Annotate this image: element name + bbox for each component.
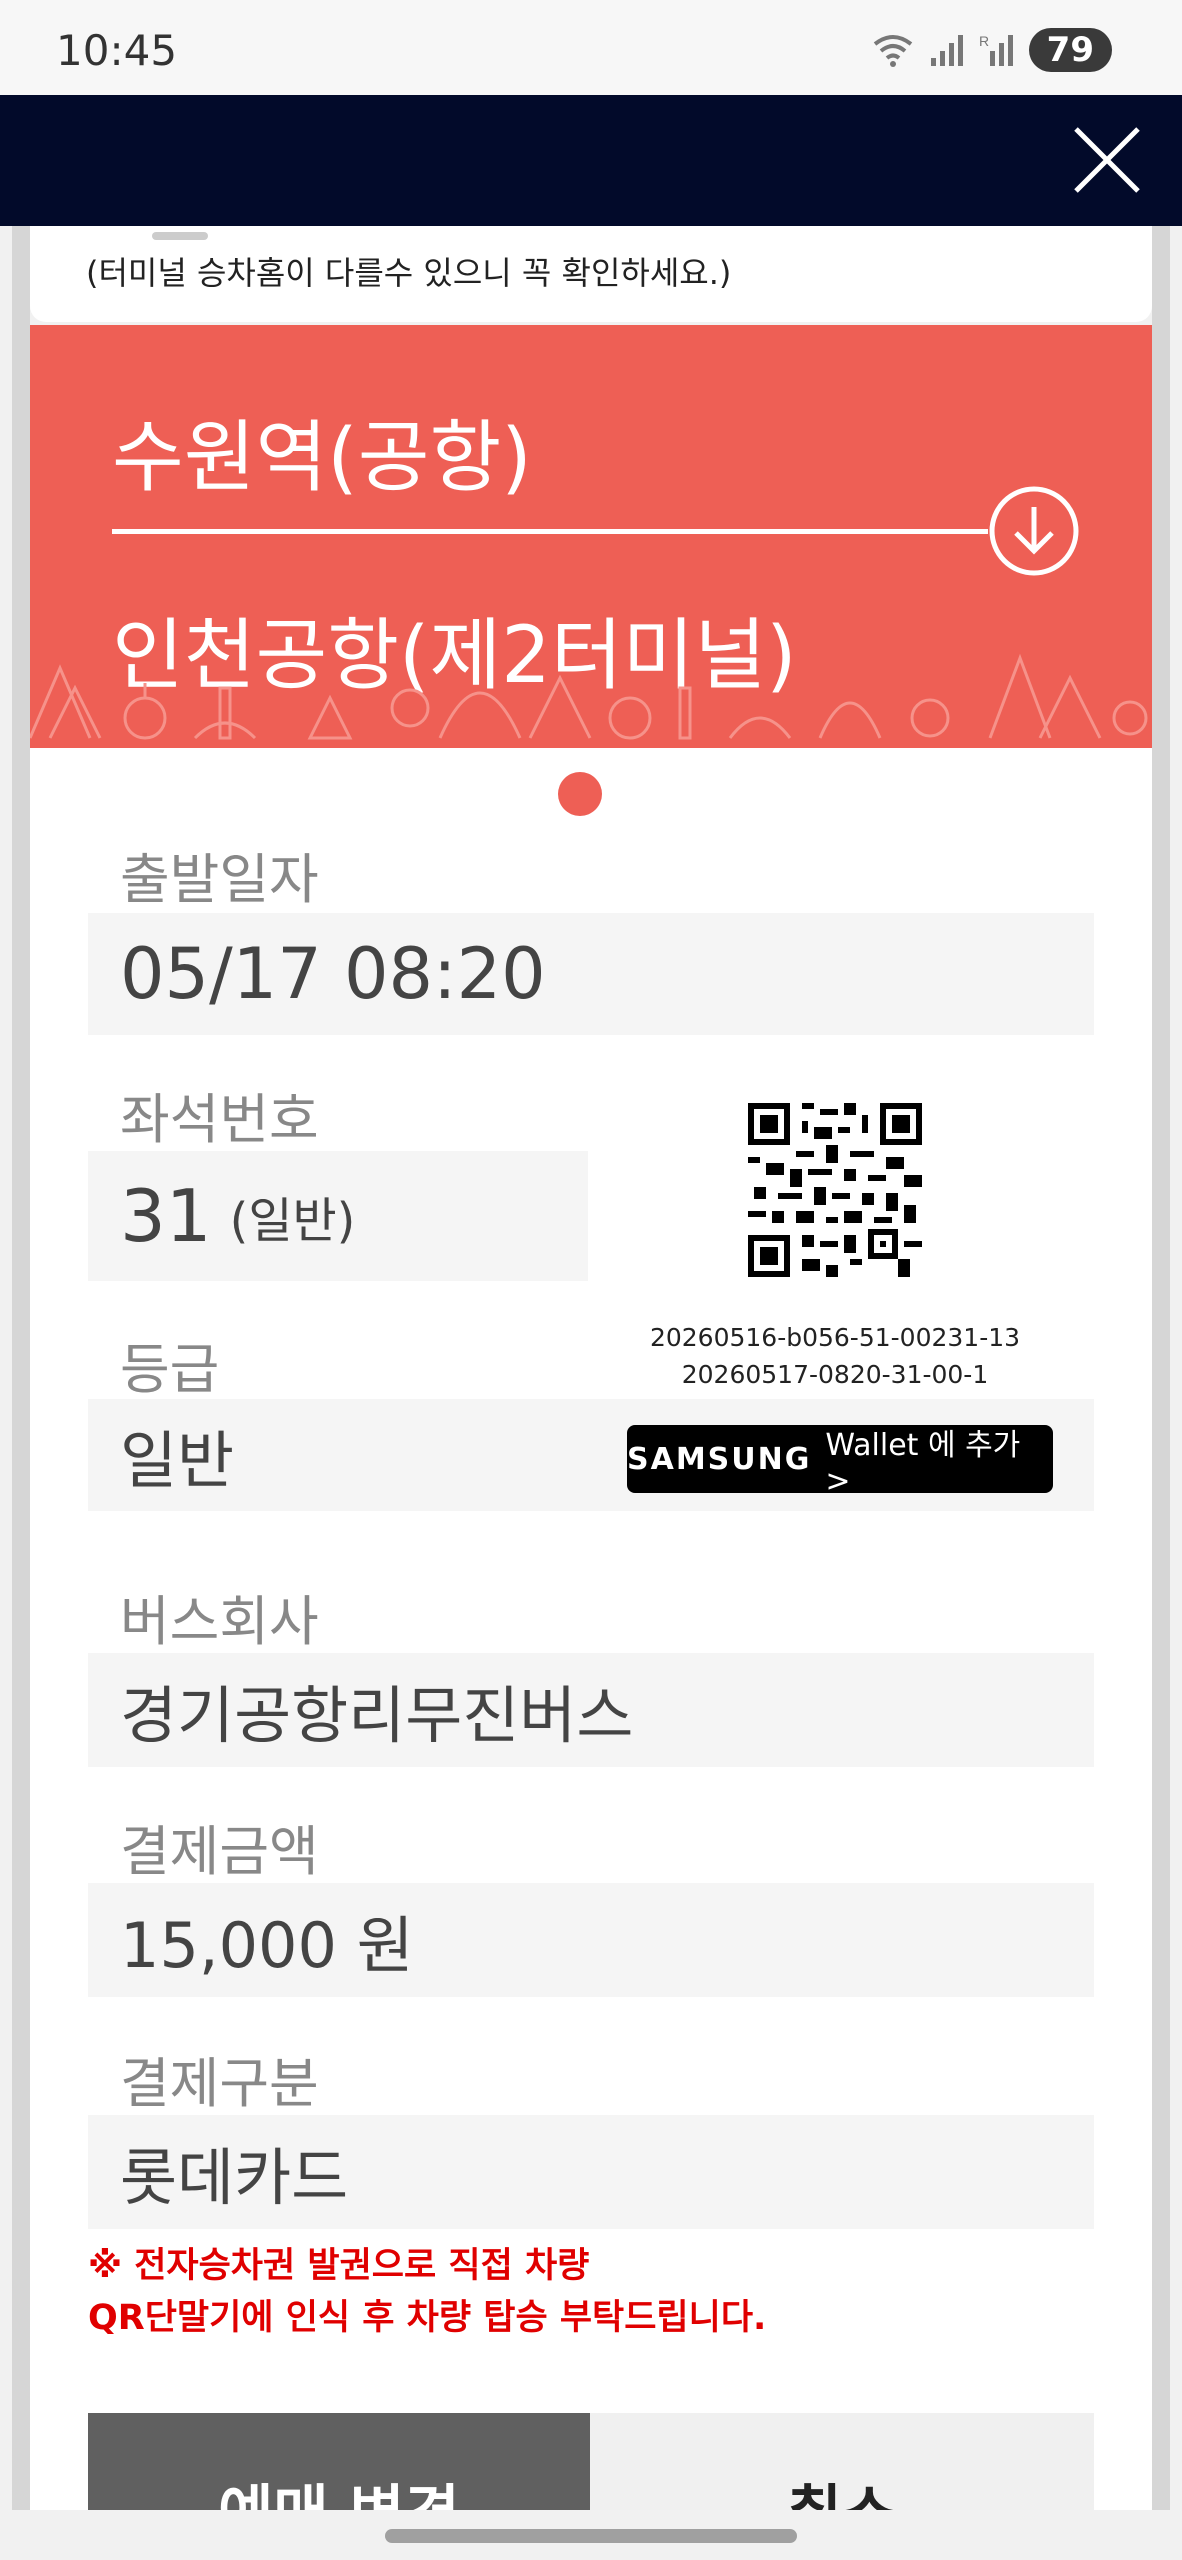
qr-code [748,1103,922,1277]
right-edge [1152,226,1170,2510]
departure-date-value: 05/17 08:20 [88,913,1094,1035]
payment-value: 롯데카드 [88,2115,1094,2229]
company-value: 경기공항리무진버스 [88,1653,1094,1767]
grade-text: 일반 [120,1424,235,1497]
battery-level: 79 [1046,30,1094,70]
payment-label: 결제구분 [120,2052,319,2115]
signal-icon [930,35,963,66]
status-time: 10:45 [56,26,178,75]
wallet-text: Wallet 에 추가 > [825,1427,1021,1499]
qr-code-line-2: 20260517-0820-31-00-1 [681,1360,989,1389]
wallet-brand: SAMSUNG [627,1441,812,1477]
app-header [0,95,1182,226]
home-gesture-bar[interactable] [385,2529,797,2543]
close-icon[interactable] [1062,115,1152,205]
navigation-bar [0,2510,1182,2560]
departure-date-text: 05/17 08:20 [120,933,546,1015]
samsung-wallet-button[interactable]: SAMSUNG Wallet 에 추가 > [627,1425,1053,1499]
amount-label: 결제금액 [120,1820,319,1883]
wifi-icon [873,35,912,67]
seat-type: (일반) [229,1193,356,1249]
amount-text: 15,000 원 [120,1909,414,1982]
battery-indicator: 79 [1028,28,1112,72]
departure-station: 수원역(공항) [112,413,532,503]
warning-line-1: ※ 전자승차권 발권으로 직접 차량 [88,2246,590,2286]
arrow-down-circle-icon [989,486,1079,576]
route-banner: 수원역(공항) 인천공항(제2터미널) [30,325,1152,748]
company-text: 경기공항리무진버스 [120,1679,634,1752]
route-line [112,529,988,534]
warning-line-2: QR단말기에 인식 후 차량 탑승 부탁드립니다. [88,2298,767,2338]
platform-notice: (터미널 승차홈이 다를수 있으니 꼭 확인하세요.) [86,254,732,292]
decoration-pattern [30,653,1148,740]
seat-value: 31 (일반) [88,1151,588,1281]
svg-text:R: R [979,33,989,49]
seat-number: 31 [120,1174,212,1258]
status-bar: 10:45 R 79 [0,0,1182,95]
scroll-indicator [152,232,208,240]
left-edge [12,226,30,2510]
notice-card: (터미널 승차홈이 다를수 있으니 꼭 확인하세요.) [30,226,1152,322]
signal-roaming-icon: R [979,33,1013,66]
company-label: 버스회사 [120,1590,319,1653]
seat-label: 좌석번호 [120,1088,319,1151]
departure-date-label: 출발일자 [120,848,319,911]
amount-value: 15,000 원 [88,1883,1094,1997]
qr-code-line-1: 20260516-b056-51-00231-13 [649,1323,1021,1352]
grade-label: 등급 [120,1338,220,1401]
payment-text: 롯데카드 [120,2141,349,2214]
ticket-dot [558,772,602,816]
ticket-card: 수원역(공항) 인천공항(제2터미널) 출발일자 05/17 08:20 좌석번… [30,325,1152,2560]
status-icons: R 79 [871,28,1112,72]
